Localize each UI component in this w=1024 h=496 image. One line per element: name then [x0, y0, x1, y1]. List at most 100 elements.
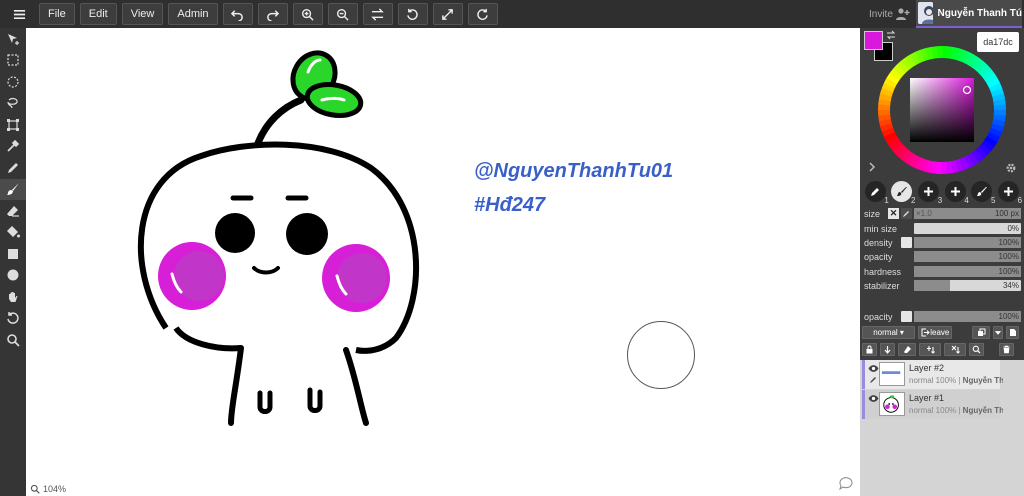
hue-segment[interactable] — [936, 46, 943, 59]
new-layer-button[interactable] — [1005, 326, 1019, 339]
rotate-tool[interactable] — [0, 308, 26, 330]
brush-slot-1[interactable]: 1 — [864, 181, 889, 205]
opacity-slider[interactable]: 100% — [914, 251, 1021, 262]
min-size-slider[interactable]: 0% — [914, 223, 1021, 234]
ellipse-select-icon — [7, 76, 19, 88]
avatar — [918, 2, 933, 24]
rotate-icon — [7, 312, 19, 325]
zoom-tool[interactable] — [0, 329, 26, 351]
view-menu-button[interactable]: View — [121, 3, 164, 25]
hamburger-menu-button[interactable] — [4, 3, 34, 25]
brush-slot-6[interactable]: 6 — [998, 181, 1022, 205]
rect-select-tool[interactable] — [0, 50, 26, 72]
density-pressure-checkbox[interactable] — [901, 237, 912, 248]
layer-opacity-checkbox[interactable] — [901, 311, 912, 322]
zoom-indicator[interactable]: 104% — [30, 484, 66, 494]
brush-slot-2[interactable]: 2 — [891, 181, 915, 205]
layer-owner: Nguyễn Th... — [962, 406, 1003, 415]
admin-menu-button[interactable]: Admin — [168, 3, 218, 25]
zoom-in-button[interactable] — [292, 3, 323, 25]
magnifier-icon — [7, 333, 20, 347]
merge-down-button[interactable] — [880, 343, 895, 356]
trash-icon — [1003, 345, 1010, 354]
caret-down-icon — [994, 331, 1001, 335]
hue-segment[interactable] — [993, 104, 1006, 111]
edit-menu-button[interactable]: Edit — [79, 3, 117, 25]
transform-tool[interactable] — [0, 114, 26, 136]
duplicate-options-button[interactable] — [992, 326, 1003, 339]
plus-down-icon — [926, 346, 935, 354]
brush-icon — [977, 187, 988, 196]
eye-icon[interactable] — [868, 364, 879, 373]
leave-button[interactable]: leave — [918, 326, 953, 339]
rectangle-icon — [8, 248, 18, 259]
add-merge-button[interactable] — [919, 343, 941, 356]
layer-opacity-slider[interactable]: 100% — [914, 311, 1021, 322]
hue-segment[interactable] — [941, 161, 948, 174]
color-wheel[interactable] — [878, 46, 1006, 174]
lock-layer-button[interactable] — [862, 343, 877, 356]
add-user-icon[interactable] — [896, 7, 910, 21]
search-layer-button[interactable] — [969, 343, 984, 356]
clear-merge-button[interactable] — [944, 343, 966, 356]
ellipse-tool[interactable] — [0, 265, 26, 287]
undo-button[interactable] — [222, 3, 253, 25]
redo-button[interactable] — [257, 3, 288, 25]
sprout-stem — [254, 96, 305, 147]
gear-icon[interactable] — [1005, 162, 1017, 174]
blend-mode-select[interactable]: normal ▾ — [862, 326, 916, 339]
character-body — [228, 345, 369, 426]
hardness-value: 100% — [998, 267, 1019, 276]
flip-view-button[interactable] — [362, 3, 393, 25]
drawing-canvas[interactable]: @NguyenThanhTu01 #Hđ247 — [26, 28, 860, 496]
delete-layer-button[interactable] — [999, 343, 1014, 356]
eraser-tool[interactable] — [0, 200, 26, 222]
size-pen-toggle[interactable] — [901, 208, 912, 219]
layer-meta: normal 100% | Nguyễn Th... — [909, 406, 1003, 415]
fullscreen-button[interactable] — [432, 3, 463, 25]
file-menu-button[interactable]: File — [39, 3, 75, 25]
hand-tool[interactable] — [0, 286, 26, 308]
brush-slot-5[interactable]: 5 — [971, 181, 995, 205]
plus-icon — [924, 187, 934, 196]
rotate-left-button[interactable] — [397, 3, 428, 25]
hardness-slider[interactable]: 100% — [914, 266, 1021, 277]
chat-icon[interactable] — [838, 477, 854, 491]
pen-tool[interactable] — [0, 157, 26, 179]
invite-link[interactable]: Invite — [869, 9, 893, 20]
layer-item-1[interactable]: Layer #1 normal 100% | Nguyễn Th... — [862, 390, 1003, 419]
pen-icon — [8, 162, 18, 173]
size-slider[interactable]: ×1.0 100 px — [914, 208, 1021, 219]
eyedropper-tool[interactable] — [0, 136, 26, 158]
plus-icon — [1004, 187, 1014, 196]
hue-segment[interactable] — [878, 109, 891, 116]
user-tab[interactable]: Nguyễn Thanh Tú — [916, 0, 1022, 28]
move-tool[interactable] — [0, 28, 26, 50]
clear-layer-button[interactable] — [898, 343, 916, 356]
layer-1-thumbnail — [883, 395, 899, 413]
swap-colors-icon[interactable] — [886, 30, 896, 40]
duplicate-layer-button[interactable] — [972, 326, 990, 339]
ellipse-select-tool[interactable] — [0, 71, 26, 93]
opacity-label: opacity — [864, 252, 893, 262]
pen-icon — [903, 211, 909, 217]
size-pressure-toggle[interactable]: ✕ — [888, 208, 899, 219]
brush-slot-number: 4 — [964, 196, 969, 205]
layer-meta: normal 100% | Nguyễn Th... — [909, 376, 1003, 385]
lasso-tool[interactable] — [0, 93, 26, 115]
density-slider[interactable]: 100% — [914, 237, 1021, 248]
brush-slot-4[interactable]: 4 — [944, 181, 969, 205]
chevron-right-icon[interactable] — [868, 162, 877, 172]
layer-item-2[interactable]: Layer #2 normal 100% | Nguyễn Th... — [862, 360, 1003, 389]
layer-mode-row: normal ▾ leave — [862, 326, 1022, 340]
stabilizer-slider[interactable]: 34% — [914, 280, 1021, 291]
brush-slot-3[interactable]: 3 — [918, 181, 942, 205]
fill-tool[interactable] — [0, 222, 26, 244]
rectangle-tool[interactable] — [0, 243, 26, 265]
canvas-artwork — [138, 50, 419, 426]
opacity-value: 100% — [998, 252, 1019, 261]
brush-tool[interactable] — [0, 178, 26, 200]
eye-icon[interactable] — [868, 394, 879, 403]
rotate-right-button[interactable] — [467, 3, 498, 25]
zoom-out-button[interactable] — [327, 3, 358, 25]
